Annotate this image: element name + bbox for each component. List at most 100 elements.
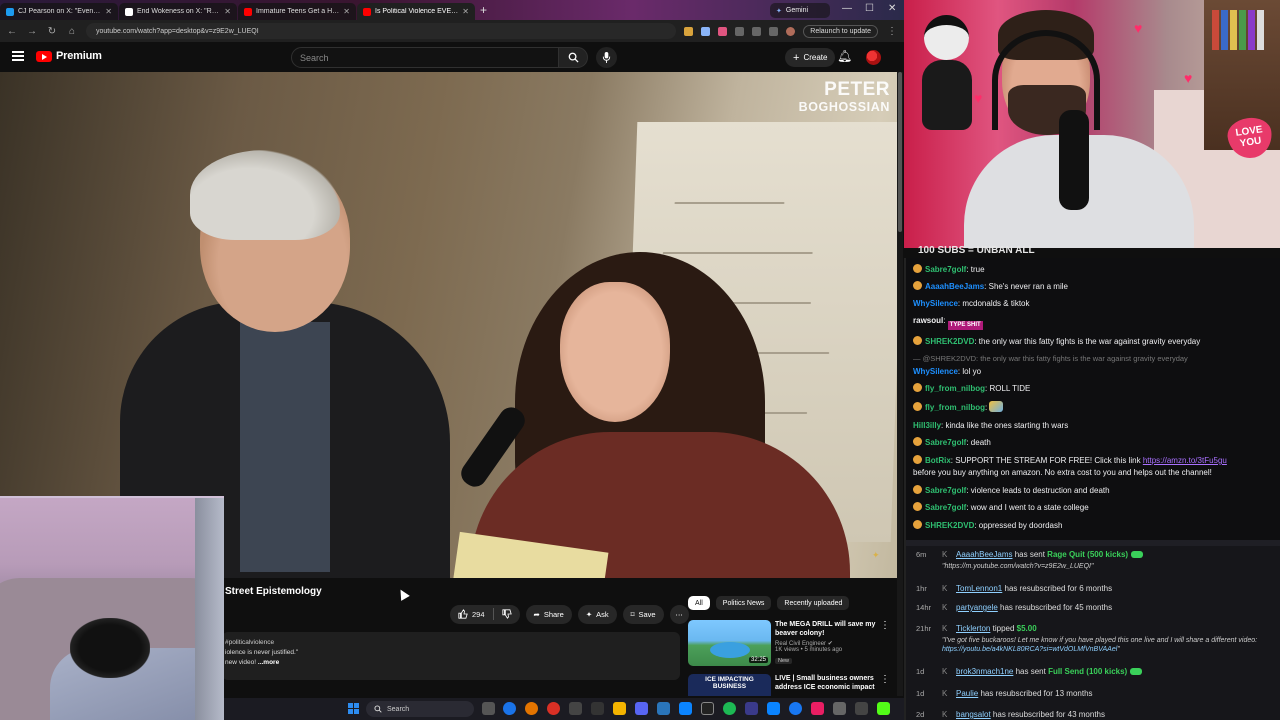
chip-all[interactable]: All [688, 596, 710, 610]
chat-username[interactable]: rawsoul [913, 316, 943, 325]
related-thumbnail[interactable]: 32:25 [688, 620, 771, 666]
profile-icon[interactable] [786, 26, 796, 36]
extension-icon[interactable] [735, 26, 745, 36]
app-icon[interactable] [855, 702, 868, 715]
chrome-icon[interactable] [503, 702, 516, 715]
more-vertical-icon[interactable]: ⋮ [880, 620, 890, 631]
app-icon[interactable] [679, 702, 692, 715]
chat-username[interactable]: Sabre7golf [925, 503, 966, 512]
new-tab-button[interactable]: + [480, 3, 487, 17]
spotify-icon[interactable] [723, 702, 736, 715]
chip-recently-uploaded[interactable]: Recently uploaded [777, 596, 850, 610]
like-button[interactable]: 294 [450, 605, 493, 624]
chat-username[interactable]: fly_from_nilbog [925, 403, 985, 412]
chat-username[interactable]: Sabre7golf [925, 438, 966, 447]
app-icon[interactable] [833, 702, 846, 715]
video-description[interactable]: #politicalviolence iolence is never just… [222, 632, 680, 680]
save-button[interactable]: ⌑ Save [622, 604, 664, 624]
close-icon[interactable]: ✕ [343, 7, 350, 16]
close-icon[interactable]: ✕ [462, 7, 469, 16]
forward-icon[interactable]: → [26, 26, 38, 37]
back-icon[interactable]: ← [6, 26, 18, 37]
more-vertical-icon[interactable]: ⋮ [880, 674, 890, 685]
youtube-logo[interactable]: Premium [36, 50, 102, 62]
extension-icon[interactable] [718, 26, 728, 36]
share-button[interactable]: ➦ Share [525, 604, 572, 624]
task-view-icon[interactable] [482, 702, 495, 715]
event-username[interactable]: AaaahBeeJams [956, 550, 1012, 559]
extension-icon[interactable] [769, 26, 779, 36]
browser-icon[interactable] [525, 702, 538, 715]
chat-username[interactable]: BotRix [925, 456, 951, 465]
kick-icon[interactable] [877, 702, 890, 715]
page-scrollbar[interactable] [897, 72, 903, 696]
voice-search-button[interactable] [596, 47, 617, 68]
app-icon[interactable] [789, 702, 802, 715]
event-username[interactable]: Paulie [956, 689, 978, 698]
reload-icon[interactable]: ↻ [46, 26, 58, 37]
app-icon[interactable] [569, 702, 582, 715]
app-icon[interactable] [767, 702, 780, 715]
app-icon[interactable] [745, 702, 758, 715]
chat-username[interactable]: Hill3illy [913, 421, 941, 430]
windows-start-icon[interactable] [348, 703, 359, 714]
chat-username[interactable]: WhySilence [913, 367, 958, 376]
create-button[interactable]: + Create [785, 48, 836, 67]
file-explorer-icon[interactable] [613, 702, 626, 715]
discord-icon[interactable] [635, 702, 648, 715]
chat-username[interactable]: Sabre7golf [925, 486, 966, 495]
browser-tab[interactable]: Immature Teens Get a Huge Re... ✕ [238, 3, 356, 20]
window-close-icon[interactable]: ✕ [888, 3, 896, 14]
related-thumbnail[interactable]: ICE IMPACTING BUSINESS [688, 674, 771, 696]
app-icon[interactable] [811, 702, 824, 715]
browser-tab-active[interactable]: Is Political Violence EVER Ju... ✕ [357, 3, 475, 20]
extension-icon[interactable] [701, 26, 711, 36]
description-hashtag[interactable]: politicalviolence [229, 639, 275, 646]
hamburger-menu-icon[interactable] [12, 51, 24, 61]
chat-username[interactable]: WhySilence [913, 299, 958, 308]
event-username[interactable]: Ticklerton [956, 624, 990, 633]
chat-link[interactable]: https://amzn.to/3tFu5gu [1143, 456, 1227, 465]
chat-username[interactable]: SHREK2DVD [925, 521, 974, 530]
relaunch-button[interactable]: Relaunch to update [803, 24, 878, 38]
more-actions-button[interactable]: ⋯ [669, 604, 689, 624]
browser-tab[interactable]: CJ Pearson on X: "Even CN... ✕ [0, 3, 118, 20]
chip-politics-news[interactable]: Politics News [715, 596, 772, 610]
avatar[interactable] [866, 50, 881, 65]
browser-icon[interactable] [547, 702, 560, 715]
minimize-icon[interactable]: — [842, 3, 852, 14]
browser-tab[interactable]: End Wokeness on X: "Rep... ✕ [119, 3, 237, 20]
extension-icon[interactable] [684, 26, 694, 36]
app-icon[interactable] [591, 702, 604, 715]
related-video-item[interactable]: ICE IMPACTING BUSINESS LIVE | Small busi… [688, 674, 894, 696]
home-icon[interactable]: ⌂ [66, 26, 78, 37]
close-icon[interactable]: ✕ [224, 7, 231, 16]
related-video-item[interactable]: 32:25 The MEGA DRILL will save my beaver… [688, 620, 894, 672]
chat-username[interactable]: AaaahBeeJams [925, 282, 984, 291]
event-username[interactable]: bangsalot [956, 710, 991, 719]
url-field[interactable]: youtube.com/watch?app=desktop&v=z9E2w_LU… [86, 23, 677, 39]
ask-button[interactable]: ✦ Ask [577, 604, 617, 624]
close-icon[interactable]: ✕ [105, 7, 112, 16]
chat-username[interactable]: Sabre7golf [925, 265, 966, 274]
event-username[interactable]: brok3nmach1ne [956, 667, 1013, 676]
scrollbar-thumb[interactable] [898, 72, 902, 232]
browser-menu-icon[interactable]: ⋮ [886, 26, 898, 37]
steam-icon[interactable] [657, 702, 670, 715]
chat-username[interactable]: SHREK2DVD [925, 337, 974, 346]
gemini-tab[interactable]: ✦ Gemini [770, 3, 830, 18]
search-button[interactable] [558, 47, 588, 68]
taskbar-search[interactable]: Search [366, 701, 474, 717]
show-more-link[interactable]: ...more [258, 659, 279, 666]
extension-icon[interactable] [752, 26, 762, 36]
search-input[interactable]: Search [291, 47, 559, 68]
dislike-button[interactable] [494, 605, 520, 624]
notifications-bell-icon[interactable]: 🔔︎ [837, 49, 852, 63]
related-title[interactable]: LIVE | Small business owners address ICE… [775, 674, 883, 692]
related-title[interactable]: The MEGA DRILL will save my beaver colon… [775, 620, 883, 638]
obs-icon[interactable] [701, 702, 714, 715]
event-username[interactable]: partyangele [956, 603, 998, 612]
event-username[interactable]: TomLennon1 [956, 584, 1002, 593]
event-message-link[interactable]: https://youtu.be/a4kNKL80RCA?si=wtVdOLMf… [942, 646, 1117, 653]
chat-username[interactable]: fly_from_nilbog [925, 384, 985, 393]
